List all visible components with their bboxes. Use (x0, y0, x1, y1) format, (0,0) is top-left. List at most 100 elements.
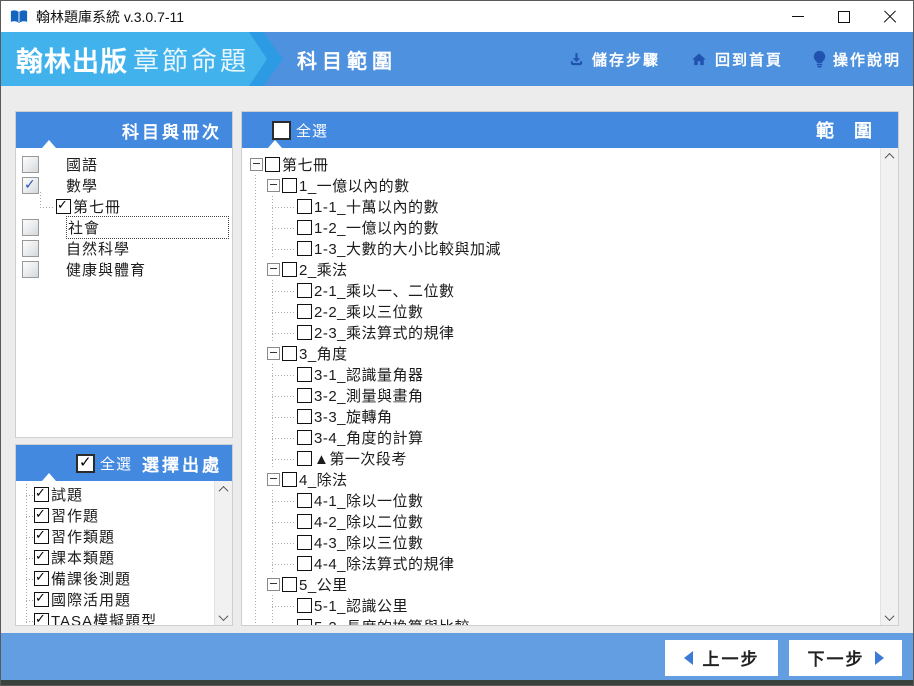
source-item[interactable]: 習作類題 (16, 526, 215, 547)
tree-item[interactable]: 3-1_認識量角器 (250, 364, 881, 385)
tree-item[interactable]: ▲第一次段考 (250, 448, 881, 469)
prev-step-button[interactable]: 上一步 (665, 639, 778, 676)
checkbox[interactable] (297, 535, 312, 550)
checkbox[interactable] (56, 197, 71, 214)
tree-item[interactable]: 4-3_除以三位數 (250, 532, 881, 553)
tree-item[interactable]: 4-1_除以一位數 (250, 490, 881, 511)
checkbox[interactable] (22, 261, 39, 278)
checkbox[interactable] (34, 527, 49, 544)
tree-item[interactable]: 3-4_角度的計算 (250, 427, 881, 448)
scope-scrollbar[interactable] (880, 148, 898, 625)
tree-guide (250, 238, 267, 259)
help-button[interactable]: 操作說明 (813, 49, 901, 70)
sources-select-all-checkbox[interactable] (76, 453, 95, 473)
checkbox[interactable] (297, 241, 312, 256)
checkbox[interactable] (34, 611, 49, 625)
source-item[interactable]: 國際活用題 (16, 589, 215, 610)
subject-item[interactable]: 健康與體育 (16, 259, 232, 280)
checkbox[interactable] (297, 304, 312, 319)
checkbox[interactable] (265, 157, 280, 172)
tree-item[interactable]: 2_乘法 (250, 259, 881, 280)
checkbox[interactable] (297, 493, 312, 508)
subject-item[interactable]: 數學 (16, 175, 232, 196)
tree-item[interactable]: 5-2_長度的換算與比較 (250, 616, 881, 625)
sources-scrollbar[interactable] (214, 481, 232, 625)
checkbox[interactable] (297, 598, 312, 613)
tree-item[interactable]: 2-3_乘法算式的規律 (250, 322, 881, 343)
save-steps-button[interactable]: 儲存步驟 (568, 49, 660, 70)
tree-item[interactable]: 4_除法 (250, 469, 881, 490)
collapse-icon[interactable] (267, 578, 280, 591)
subject-item[interactable]: 第七冊 (16, 192, 232, 217)
checkbox[interactable] (297, 199, 312, 214)
tree-item-label: 2-3_乘法算式的規律 (314, 325, 455, 342)
close-button[interactable] (867, 1, 913, 32)
collapse-icon[interactable] (267, 473, 280, 486)
checkbox[interactable] (22, 219, 39, 236)
tree-item-label: ▲第一次段考 (314, 451, 407, 468)
checkbox[interactable] (22, 240, 39, 257)
tree-item[interactable]: 1-3_大數的大小比較與加減 (250, 238, 881, 259)
source-item[interactable]: 試題 (16, 484, 215, 505)
scroll-down-icon[interactable] (881, 609, 898, 625)
checkbox[interactable] (297, 451, 312, 466)
scope-select-all-checkbox[interactable] (272, 120, 291, 140)
collapse-icon[interactable] (267, 263, 280, 276)
checkbox[interactable] (282, 346, 297, 361)
source-item[interactable]: 習作題 (16, 505, 215, 526)
next-step-label: 下一步 (807, 650, 865, 669)
minimize-button[interactable] (775, 1, 821, 32)
tree-item[interactable]: 1-1_十萬以內的數 (250, 196, 881, 217)
source-item[interactable]: 課本類題 (16, 547, 215, 568)
checkbox[interactable] (297, 619, 312, 625)
source-item[interactable]: 備課後測題 (16, 568, 215, 589)
tree-item[interactable]: 2-2_乘以三位數 (250, 301, 881, 322)
scroll-up-icon[interactable] (881, 148, 898, 164)
tree-item[interactable]: 2-1_乘以一、二位數 (250, 280, 881, 301)
tree-item[interactable]: 第七冊 (250, 154, 881, 175)
checkbox[interactable] (297, 325, 312, 340)
subject-item[interactable]: 自然科學 (16, 238, 232, 259)
collapse-icon[interactable] (267, 347, 280, 360)
next-step-button[interactable]: 下一步 (789, 639, 902, 676)
tree-item[interactable]: 3_角度 (250, 343, 881, 364)
checkbox[interactable] (34, 506, 49, 523)
checkbox[interactable] (282, 262, 297, 277)
subject-item[interactable]: 社會 (16, 216, 232, 239)
tree-connector (272, 511, 297, 532)
checkbox[interactable] (282, 178, 297, 193)
checkbox[interactable] (34, 569, 49, 586)
tree-item[interactable]: 3-3_旋轉角 (250, 406, 881, 427)
checkbox[interactable] (297, 220, 312, 235)
checkbox[interactable] (297, 283, 312, 298)
checkbox[interactable] (282, 577, 297, 592)
checkbox[interactable] (282, 472, 297, 487)
tree-item[interactable]: 1-2_一億以內的數 (250, 217, 881, 238)
checkbox[interactable] (34, 548, 49, 565)
maximize-button[interactable] (821, 1, 867, 32)
scroll-down-icon[interactable] (215, 609, 232, 625)
checkbox[interactable] (297, 409, 312, 424)
tree-item[interactable]: 4-4_除法算式的規律 (250, 553, 881, 574)
checkbox[interactable] (297, 514, 312, 529)
prev-arrow-icon (683, 650, 693, 665)
checkbox[interactable] (22, 156, 39, 173)
scroll-up-icon[interactable] (215, 481, 232, 497)
checkbox[interactable] (22, 176, 39, 194)
subject-item[interactable]: 國語 (16, 154, 232, 175)
tree-item[interactable]: 4-2_除以二位數 (250, 511, 881, 532)
checkbox[interactable] (34, 590, 49, 607)
checkbox[interactable] (297, 556, 312, 571)
collapse-icon[interactable] (250, 158, 263, 171)
checkbox[interactable] (297, 430, 312, 445)
tree-item[interactable]: 5-1_認識公里 (250, 595, 881, 616)
checkbox[interactable] (297, 388, 312, 403)
checkbox[interactable] (297, 367, 312, 382)
tree-item[interactable]: 5_公里 (250, 574, 881, 595)
tree-item[interactable]: 1_一億以內的數 (250, 175, 881, 196)
go-home-button[interactable]: 回到首頁 (690, 49, 783, 70)
tree-item[interactable]: 3-2_測量與畫角 (250, 385, 881, 406)
checkbox[interactable] (34, 485, 49, 502)
collapse-icon[interactable] (267, 179, 280, 192)
source-item[interactable]: TASA模擬題型 (16, 610, 215, 625)
